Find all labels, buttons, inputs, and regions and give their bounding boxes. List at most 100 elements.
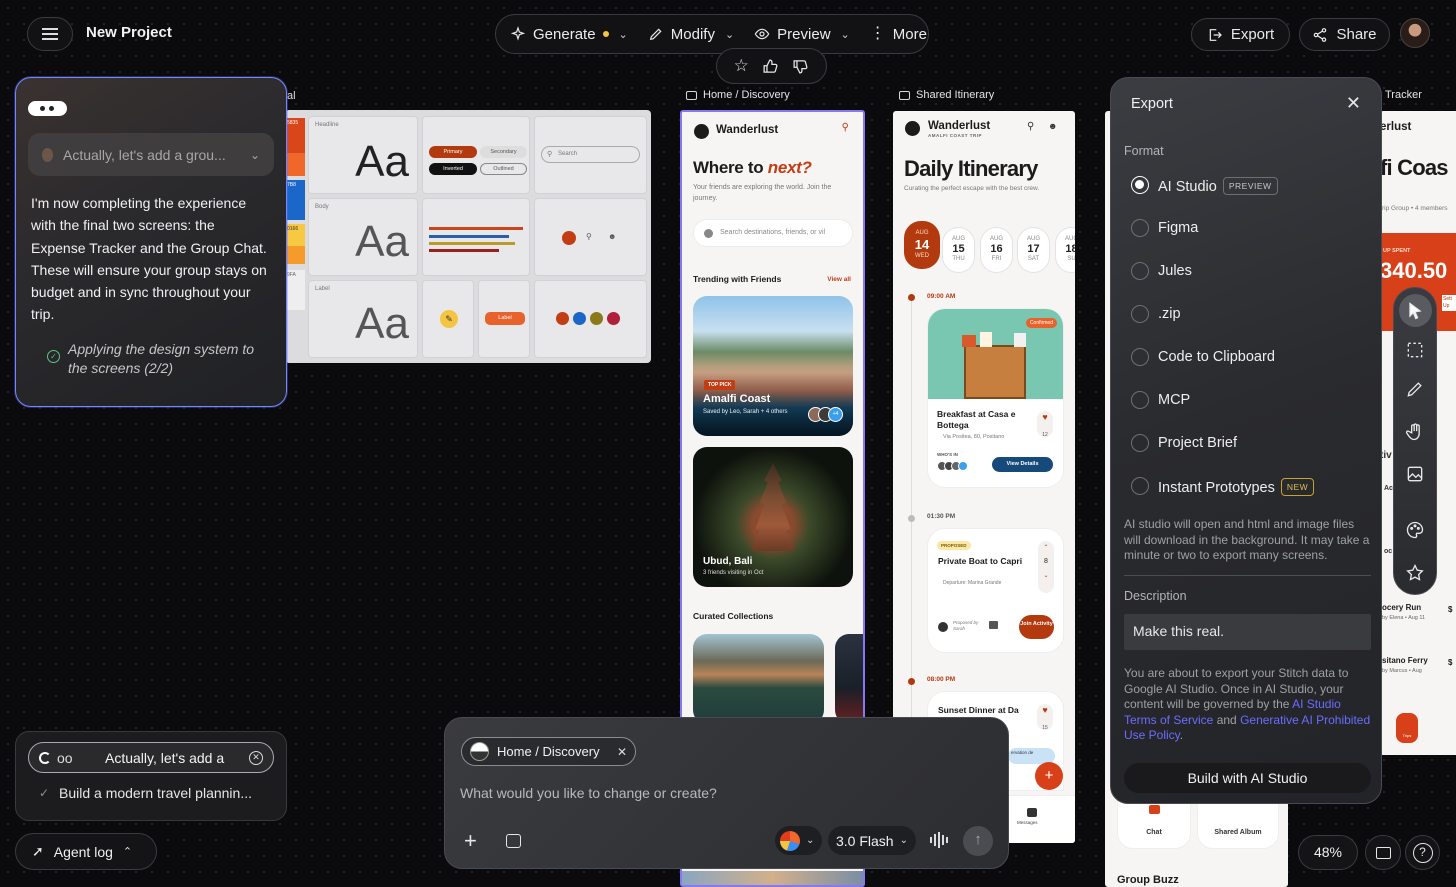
view-all-link[interactable]: View all	[827, 276, 851, 283]
like-button[interactable]: ♥ 12	[1037, 411, 1053, 438]
comment-button[interactable]	[1365, 835, 1401, 870]
radio-ai-studio[interactable]	[1131, 176, 1149, 194]
modify-button[interactable]: Modify ⌄	[648, 26, 734, 43]
star-icon[interactable]	[1405, 563, 1425, 583]
prompt-input[interactable]: What would you like to change or create?	[460, 785, 980, 801]
radio-instant-prototypes[interactable]	[1131, 477, 1149, 495]
send-button[interactable]: ↑	[963, 826, 993, 856]
theme-picker[interactable]: ⌄	[775, 826, 822, 855]
export-button[interactable]: Export	[1191, 18, 1290, 51]
design-system-card[interactable]: 5835 7B8 0166 9FA Headline Aa Body Aa La…	[285, 110, 651, 363]
marquee-select-icon[interactable]	[1405, 340, 1425, 360]
rocket-icon: ➚	[32, 843, 44, 859]
chat-label: Chat	[1146, 829, 1162, 836]
option-project-brief[interactable]: Project Brief	[1158, 435, 1237, 451]
date-day: 16	[990, 243, 1003, 255]
collections-heading: Curated Collections	[693, 611, 774, 621]
help-button[interactable]: ?	[1405, 835, 1440, 870]
hand-icon[interactable]	[1405, 422, 1425, 442]
thumbs-down-icon[interactable]	[792, 58, 809, 75]
amalfi-card[interactable]: TOP PICK Amalfi Coast Saved by Leo, Sara…	[693, 296, 853, 436]
search-icon[interactable]: ⚲	[1027, 121, 1034, 132]
star-icon[interactable]: ☆	[734, 56, 749, 76]
chevron-down-icon[interactable]: ⌄	[1038, 569, 1054, 583]
image-icon[interactable]	[1405, 464, 1425, 484]
join-activity-button[interactable]: Join Activity	[1019, 615, 1054, 639]
running-task[interactable]: oo Actually, let's add a ✕	[28, 742, 274, 773]
messages-label[interactable]: Messages	[1017, 820, 1038, 825]
user-avatar[interactable]	[1400, 18, 1430, 48]
expense-name: ocery Run	[1382, 603, 1422, 612]
option-mcp[interactable]: MCP	[1158, 392, 1190, 408]
chevron-down-icon: ⌄	[249, 147, 260, 162]
brand-name: Wanderlust	[716, 124, 779, 136]
tracker-title: fi Coas	[1380, 155, 1449, 180]
radio-code-to-clipboard[interactable]	[1131, 348, 1149, 366]
collection-card-lake[interactable]	[693, 634, 824, 724]
add-attachment-button[interactable]: +	[464, 830, 477, 852]
radio-mcp[interactable]	[1131, 391, 1149, 409]
messages-icon[interactable]	[1027, 808, 1037, 817]
zoom-level[interactable]: 48%	[1298, 835, 1358, 870]
share-button[interactable]: Share	[1299, 18, 1390, 51]
breakfast-card[interactable]: Confirmed Breakfast at Casa e Bottega Vi…	[927, 308, 1064, 488]
hero-title-b: next?	[767, 158, 812, 177]
completed-task-text[interactable]: Build a modern travel plannin...	[59, 785, 252, 801]
like-button[interactable]: ♥ 15	[1037, 704, 1053, 731]
settle-up-chip[interactable]: Sett Up	[1442, 295, 1456, 311]
radio-jules[interactable]	[1131, 262, 1149, 280]
description-input[interactable]: Make this real.	[1124, 614, 1371, 650]
radio-project-brief[interactable]	[1131, 434, 1149, 452]
option-ai-studio[interactable]: AI Studio PREVIEW	[1158, 177, 1278, 195]
chevron-up-icon[interactable]: ⌃	[1038, 541, 1054, 555]
menu-button[interactable]	[27, 17, 73, 51]
people-icon[interactable]: ☻	[1048, 121, 1057, 131]
destination-search[interactable]: Search destinations, friends, or vil	[693, 219, 853, 247]
status-dot	[602, 31, 609, 37]
radio-zip[interactable]	[1131, 305, 1149, 323]
vote-widget[interactable]: ⌃ 8 ⌄	[1038, 541, 1054, 593]
option-code-to-clipboard[interactable]: Code to Clipboard	[1158, 349, 1275, 365]
screen-thumbnail-icon	[470, 742, 489, 761]
palette-icon[interactable]	[1405, 520, 1425, 540]
date-chip[interactable]: AUG 14 WED	[904, 221, 940, 269]
option-figma[interactable]: Figma	[1158, 220, 1198, 236]
cancel-icon[interactable]: ✕	[249, 750, 263, 765]
voice-input-icon[interactable]	[930, 832, 948, 848]
date-month: AUG	[1026, 236, 1040, 242]
context-chip[interactable]: Home / Discovery ✕	[461, 737, 636, 766]
option-instant-prototypes[interactable]: Instant Prototypes NEW	[1158, 478, 1315, 496]
chat-icon[interactable]	[989, 621, 998, 629]
remove-chip-icon[interactable]: ✕	[617, 745, 627, 759]
option-zip[interactable]: .zip	[1158, 306, 1181, 322]
collection-card-next[interactable]	[835, 634, 863, 724]
date-chip[interactable]: AUG 16 FRI	[980, 227, 1013, 273]
agent-history-select[interactable]: Actually, let's add a grou... ⌄	[28, 133, 274, 176]
model-selector[interactable]: 3.0 Flash ⌄	[828, 826, 916, 855]
agent-log-button[interactable]: ➚ Agent log ⌃	[15, 833, 157, 870]
search-icon[interactable]: ⚲	[842, 122, 849, 133]
add-fab[interactable]: +	[1035, 762, 1063, 790]
cursor-icon[interactable]	[1405, 301, 1425, 321]
option-jules[interactable]: Jules	[1158, 263, 1192, 279]
date-chip[interactable]: AUG18SU	[1055, 227, 1075, 273]
preview-button[interactable]: Preview ⌄	[754, 26, 850, 43]
boat-card[interactable]: PROPOSED Private Boat to Capri Departure…	[927, 528, 1064, 653]
trips-tab[interactable]: Trips	[1396, 713, 1418, 743]
date-chip[interactable]: AUG 17 SAT	[1017, 227, 1050, 273]
insert-screen-icon[interactable]	[506, 834, 521, 848]
thumbs-up-icon[interactable]	[762, 58, 779, 75]
view-details-button[interactable]: View Details	[992, 457, 1053, 472]
radio-figma[interactable]	[1131, 219, 1149, 237]
date-chip[interactable]: AUG 15 THU	[942, 227, 975, 273]
amalfi-meta: Saved by Leo, Sarah + 4 others	[703, 409, 788, 415]
ubud-card[interactable]: Ubud, Bali 3 friends visiting in Oct	[693, 447, 853, 587]
pencil-icon[interactable]	[1405, 379, 1425, 399]
primary-chip: Primary	[429, 146, 477, 158]
export-icon	[1209, 28, 1222, 41]
more-button[interactable]: ⋮ More	[870, 26, 927, 43]
build-with-ai-studio-button[interactable]: Build with AI Studio	[1124, 763, 1371, 793]
check-icon: ✓	[39, 786, 50, 800]
close-icon[interactable]: ✕	[1346, 94, 1361, 112]
generate-button[interactable]: Generate ⌄	[510, 26, 628, 43]
